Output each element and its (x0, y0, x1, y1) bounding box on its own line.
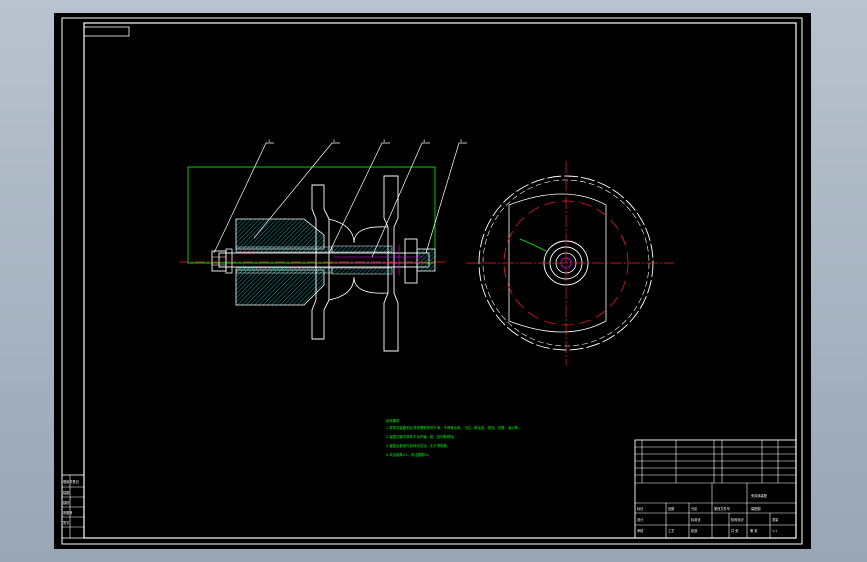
title-block-subtitle: 装配图 (751, 506, 761, 511)
shaft-hatch-left (235, 246, 333, 253)
technical-notes: 技术要求 1.零件在装配前必须清理和清洗干净，不得有毛刺、飞边、氧化皮、锈蚀、切… (386, 418, 521, 457)
sleeve-hatch (331, 245, 393, 253)
sleeve-hatch-lower (331, 267, 393, 275)
section-view: 1 2 3 4 5 (179, 139, 467, 352)
balloon-4-label: 4 (423, 139, 426, 143)
side-label-2: 描图 (63, 490, 69, 495)
drawing-number-box (83, 26, 130, 37)
fixture-body-section (235, 218, 325, 250)
side-label-4: 底图号 (63, 510, 73, 515)
title-block-r0c0: 标记 (637, 506, 644, 511)
title-block-r1c2: 标准化 (691, 517, 701, 522)
assembly-drawing: 借用件登记 描图 描校 底图号 签字 1 2 3 4 5 技术要求 1.零件在装… (61, 17, 803, 545)
shaft-hatch-left-lower (235, 267, 333, 274)
title-block-r1c4: 阶段标记 (731, 517, 745, 522)
title-block-r3c2: 批准 (691, 528, 698, 533)
neck-top (328, 218, 389, 244)
title-block-r3c5: 第 张 (750, 528, 758, 533)
side-label-5: 签字 (63, 520, 69, 525)
side-label-1: 借用件登记 (63, 479, 80, 484)
title-block-r1c5: 重量 (772, 517, 779, 522)
title-block-title: 夹具体装配 (751, 493, 768, 498)
side-stamp-box: 借用件登记 描图 描校 底图号 签字 (61, 474, 85, 539)
title-block-r2c0: 审核 (637, 528, 644, 533)
balloon-3-label: 3 (383, 139, 385, 143)
title-block-r0c3: 更改文件号 (714, 506, 730, 511)
balloon-2-label: 2 (333, 139, 335, 143)
shaft (218, 252, 430, 268)
title-block-r0c1: 处数 (668, 506, 675, 511)
note-line-4: 4.未注倒角C1，未注圆角R1。 (386, 452, 432, 457)
title-block-r1c0: 设计 (637, 517, 644, 522)
title-block-r3c0: 工艺 (668, 528, 674, 533)
green-leader (519, 238, 547, 252)
note-line-2: 2.装配过程中零件不允许磕、碰、划伤和锈蚀。 (386, 434, 457, 439)
neck-bottom (328, 276, 389, 301)
fixture-body-section-lower (235, 269, 325, 306)
title-block-r3c4: 共 张 (731, 528, 739, 533)
notes-heading: 技术要求 (386, 418, 400, 423)
side-label-3: 描校 (63, 500, 70, 505)
note-line-3: 3.装配后各部件应转动灵活，无卡滞现象。 (386, 443, 450, 448)
title-block (634, 439, 797, 539)
balloon-5-label: 5 (460, 139, 462, 143)
outer-frame (61, 17, 803, 545)
title-block-r0c2: 分区 (691, 506, 698, 511)
balloon-1-label: 1 (268, 139, 270, 143)
cad-viewport[interactable]: 借用件登记 描图 描校 底图号 签字 1 2 3 4 5 技术要求 1.零件在装… (54, 13, 811, 549)
note-line-1: 1.零件在装配前必须清理和清洗干净，不得有毛刺、飞边、氧化皮、锈蚀、切屑、油污等… (386, 425, 521, 430)
title-block-r2c5: 1:1 (772, 529, 777, 533)
end-cap (404, 238, 418, 284)
end-view (466, 161, 674, 365)
